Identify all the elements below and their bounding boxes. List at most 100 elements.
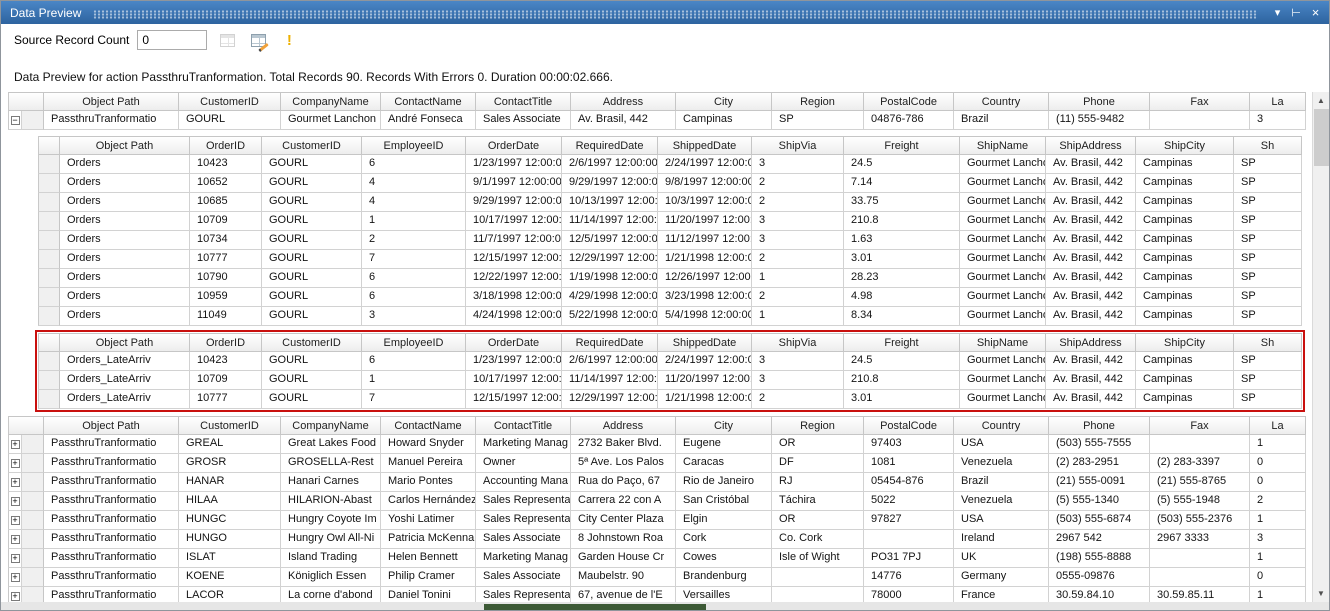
source-record-count-input[interactable] xyxy=(137,30,207,50)
column-header[interactable]: Freight xyxy=(844,333,960,352)
column-header[interactable]: OrderID xyxy=(190,333,262,352)
column-header[interactable]: RequiredDate xyxy=(562,333,658,352)
expand-icon[interactable]: + xyxy=(11,554,20,563)
column-header[interactable]: Region xyxy=(772,92,864,111)
column-header[interactable]: CompanyName xyxy=(281,416,381,435)
column-header[interactable]: ShipName xyxy=(960,333,1046,352)
column-header[interactable]: Country xyxy=(954,92,1049,111)
close-icon[interactable]: × xyxy=(1307,4,1324,21)
column-header[interactable]: CustomerID xyxy=(179,416,281,435)
row-header[interactable] xyxy=(22,530,44,549)
expand-icon[interactable]: + xyxy=(11,497,20,506)
column-header[interactable]: Sh xyxy=(1234,136,1302,155)
column-header[interactable]: ShipCity xyxy=(1136,136,1234,155)
row-header[interactable] xyxy=(22,549,44,568)
expand-icon[interactable]: + xyxy=(11,516,20,525)
column-header[interactable]: La xyxy=(1250,92,1306,111)
row-header[interactable] xyxy=(22,511,44,530)
expander-cell: + xyxy=(8,530,22,549)
row-header[interactable] xyxy=(22,587,44,602)
column-header[interactable]: ShipVia xyxy=(752,333,844,352)
column-header[interactable]: Object Path xyxy=(44,416,179,435)
column-header[interactable]: ShippedDate xyxy=(658,333,752,352)
collapse-icon[interactable]: − xyxy=(11,116,20,125)
column-header[interactable]: Region xyxy=(772,416,864,435)
scrollbar-thumb[interactable] xyxy=(1314,109,1329,166)
column-header[interactable]: PostalCode xyxy=(864,416,954,435)
titlebar[interactable]: Data Preview ▾ ⊤ × xyxy=(1,1,1329,24)
column-header[interactable]: ContactName xyxy=(381,92,476,111)
column-header[interactable]: ShipVia xyxy=(752,136,844,155)
column-header[interactable]: Phone xyxy=(1049,92,1150,111)
row-header[interactable] xyxy=(38,174,60,193)
pin-icon[interactable]: ⊤ xyxy=(1288,4,1305,21)
column-header[interactable]: RequiredDate xyxy=(562,136,658,155)
column-header[interactable]: CustomerID xyxy=(262,333,362,352)
column-header[interactable]: PostalCode xyxy=(864,92,954,111)
row-header[interactable] xyxy=(22,111,44,130)
column-header[interactable]: Object Path xyxy=(44,92,179,111)
alert-button[interactable]: ! xyxy=(279,31,299,49)
row-header[interactable] xyxy=(22,492,44,511)
grid-cell: HANAR xyxy=(179,473,281,492)
column-header[interactable]: Fax xyxy=(1150,416,1250,435)
column-header[interactable]: OrderDate xyxy=(466,333,562,352)
column-header[interactable]: ShipAddress xyxy=(1046,136,1136,155)
row-header[interactable] xyxy=(38,155,60,174)
column-header[interactable]: OrderID xyxy=(190,136,262,155)
row-header[interactable] xyxy=(38,371,60,390)
column-header[interactable]: CustomerID xyxy=(262,136,362,155)
column-header[interactable]: Object Path xyxy=(60,136,190,155)
column-header[interactable]: EmployeeID xyxy=(362,136,466,155)
row-header[interactable] xyxy=(22,435,44,454)
row-header[interactable] xyxy=(22,473,44,492)
expand-icon[interactable]: + xyxy=(11,478,20,487)
column-header[interactable]: CompanyName xyxy=(281,92,381,111)
grid-cell: 10652 xyxy=(190,174,262,193)
row-header[interactable] xyxy=(38,269,60,288)
expand-icon[interactable]: + xyxy=(11,535,20,544)
column-header[interactable]: ContactTitle xyxy=(476,416,571,435)
column-header[interactable]: ContactTitle xyxy=(476,92,571,111)
row-header[interactable] xyxy=(38,212,60,231)
expand-icon[interactable]: + xyxy=(11,440,20,449)
column-header[interactable]: ShipName xyxy=(960,136,1046,155)
column-header[interactable]: ContactName xyxy=(381,416,476,435)
row-header[interactable] xyxy=(38,352,60,371)
column-header[interactable]: Country xyxy=(954,416,1049,435)
column-header[interactable]: CustomerID xyxy=(179,92,281,111)
export-edit-button[interactable] xyxy=(248,31,268,49)
row-header[interactable] xyxy=(38,193,60,212)
row-header[interactable] xyxy=(22,454,44,473)
expand-icon[interactable]: + xyxy=(11,573,20,582)
window-position-icon[interactable]: ▾ xyxy=(1269,4,1286,21)
expand-icon[interactable]: + xyxy=(11,592,20,601)
scroll-down-icon[interactable]: ▼ xyxy=(1313,585,1329,602)
column-header[interactable]: ShipCity xyxy=(1136,333,1234,352)
vertical-scrollbar[interactable]: ▲ ▼ xyxy=(1312,92,1329,602)
row-header[interactable] xyxy=(38,288,60,307)
column-header[interactable]: OrderDate xyxy=(466,136,562,155)
scroll-up-icon[interactable]: ▲ xyxy=(1313,92,1329,109)
corner-header xyxy=(8,92,44,111)
column-header[interactable]: La xyxy=(1250,416,1306,435)
column-header[interactable]: ShippedDate xyxy=(658,136,752,155)
row-header[interactable] xyxy=(38,390,60,409)
column-header[interactable]: Freight xyxy=(844,136,960,155)
row-header[interactable] xyxy=(38,250,60,269)
row-header[interactable] xyxy=(38,307,60,326)
column-header[interactable]: City xyxy=(676,416,772,435)
column-header[interactable]: Phone xyxy=(1049,416,1150,435)
row-header[interactable] xyxy=(22,568,44,587)
row-header[interactable] xyxy=(38,231,60,250)
column-header[interactable]: Sh xyxy=(1234,333,1302,352)
column-header[interactable]: ShipAddress xyxy=(1046,333,1136,352)
column-header[interactable]: Fax xyxy=(1150,92,1250,111)
column-header[interactable]: Address xyxy=(571,92,676,111)
column-header[interactable]: Object Path xyxy=(60,333,190,352)
grid-cell: 1/23/1997 12:00:0 xyxy=(466,155,562,174)
expand-icon[interactable]: + xyxy=(11,459,20,468)
column-header[interactable]: City xyxy=(676,92,772,111)
column-header[interactable]: EmployeeID xyxy=(362,333,466,352)
column-header[interactable]: Address xyxy=(571,416,676,435)
